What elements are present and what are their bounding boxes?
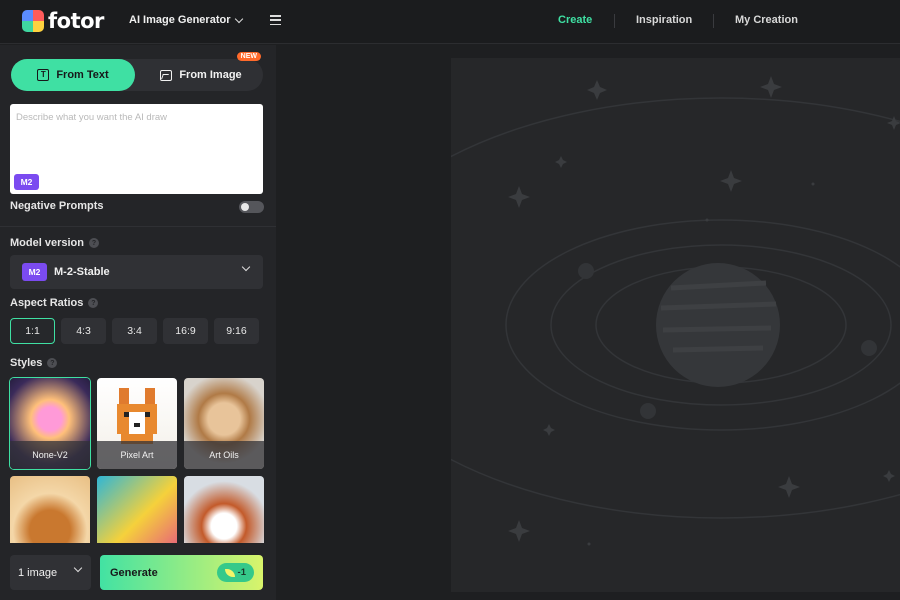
nav-divider	[614, 14, 615, 28]
star-dot	[705, 218, 709, 222]
star-dot	[811, 182, 815, 186]
star-icon	[778, 476, 800, 498]
fotor-logo[interactable]: fotor	[22, 9, 104, 33]
model-version-heading: Model version ?	[10, 237, 99, 249]
negative-prompts-label: Negative Prompts	[10, 200, 104, 212]
style-art-oils[interactable]: Art Oils	[184, 378, 264, 469]
nav-divider	[713, 14, 714, 28]
new-badge: NEW	[236, 52, 261, 61]
from-image-tab[interactable]: From Image NEW	[139, 52, 263, 91]
moon	[861, 340, 877, 356]
ratio-16-9[interactable]: 16:9	[163, 318, 208, 344]
prompt-box: M2	[10, 104, 263, 194]
style-label: Art Oils	[184, 441, 264, 469]
image-icon	[160, 69, 173, 81]
divider	[0, 226, 276, 227]
from-text-label: From Text	[56, 69, 109, 81]
generate-label: Generate	[110, 566, 158, 579]
style-pixel-art[interactable]: Pixel Art	[97, 378, 177, 469]
nav-create[interactable]: Create	[558, 14, 592, 26]
credit-badge: -1	[216, 563, 254, 582]
ratio-4-3[interactable]: 4:3	[61, 318, 106, 344]
product-dropdown[interactable]: AI Image Generator	[129, 14, 244, 26]
chevron-down-icon	[241, 262, 251, 272]
fotor-logo-icon	[22, 10, 44, 32]
from-text-tab[interactable]: T From Text	[11, 59, 135, 91]
star-icon	[508, 186, 530, 208]
star-icon	[883, 470, 895, 482]
styles-heading: Styles ?	[10, 357, 58, 369]
model-version-select[interactable]: M2 M-2-Stable	[10, 255, 263, 289]
help-icon[interactable]: ?	[88, 238, 99, 248]
aspect-ratios-label: Aspect Ratios	[10, 297, 84, 309]
model-version-label: Model version	[10, 237, 84, 249]
top-bar: fotor AI Image Generator Create Inspirat…	[0, 0, 900, 44]
moon	[578, 263, 594, 279]
logo-text: fotor	[48, 9, 104, 33]
image-count-value: 1 image	[18, 566, 58, 579]
styles-grid: None-V2 Pixel Art Art Oils	[9, 377, 266, 567]
star-icon	[555, 156, 567, 168]
ratio-3-4[interactable]: 3:4	[112, 318, 157, 344]
nav-my-creation[interactable]: My Creation	[735, 14, 798, 26]
help-icon[interactable]: ?	[47, 358, 58, 368]
star-dot	[587, 542, 591, 546]
style-label: Pixel Art	[97, 441, 177, 469]
canvas-area	[277, 45, 900, 600]
chevron-down-icon	[235, 14, 244, 23]
star-icon	[508, 520, 530, 542]
prompt-input[interactable]	[10, 104, 263, 164]
from-image-label: From Image	[179, 69, 242, 81]
aspect-ratio-options: 1:1 4:3 3:4 16:9 9:16	[10, 318, 259, 344]
credit-cost: -1	[237, 567, 246, 578]
leaf-icon	[224, 568, 235, 577]
mode-switch: T From Text From Image NEW	[11, 52, 263, 91]
model-badge[interactable]: M2	[14, 174, 39, 190]
model-badge: M2	[22, 263, 47, 281]
chevron-down-icon	[73, 563, 83, 573]
star-icon	[760, 76, 782, 98]
image-count-select[interactable]: 1 image	[10, 555, 91, 590]
menu-icon[interactable]	[270, 15, 281, 25]
image-canvas	[451, 58, 900, 592]
help-icon[interactable]: ?	[88, 298, 99, 308]
planet-placeholder-illustration	[451, 76, 900, 546]
style-none-v2[interactable]: None-V2	[9, 377, 91, 470]
ratio-9-16[interactable]: 9:16	[214, 318, 259, 344]
ratio-1-1[interactable]: 1:1	[10, 318, 55, 344]
model-version-value: M-2-Stable	[54, 266, 110, 278]
style-label: None-V2	[10, 441, 90, 469]
star-icon	[720, 170, 742, 192]
text-icon: T	[37, 69, 50, 81]
styles-label: Styles	[10, 357, 43, 369]
star-icon	[543, 424, 555, 436]
generate-button[interactable]: Generate -1	[100, 555, 263, 590]
nav-inspiration[interactable]: Inspiration	[636, 14, 692, 26]
bottom-bar: 1 image Generate -1	[0, 543, 276, 600]
star-icon	[587, 80, 607, 100]
product-label: AI Image Generator	[129, 14, 231, 26]
toggle-knob	[241, 203, 249, 211]
moon	[640, 403, 656, 419]
negative-prompts-toggle[interactable]	[239, 201, 264, 213]
sidebar: T From Text From Image NEW M2 Negative P…	[0, 45, 276, 600]
aspect-ratios-heading: Aspect Ratios ?	[10, 297, 99, 309]
